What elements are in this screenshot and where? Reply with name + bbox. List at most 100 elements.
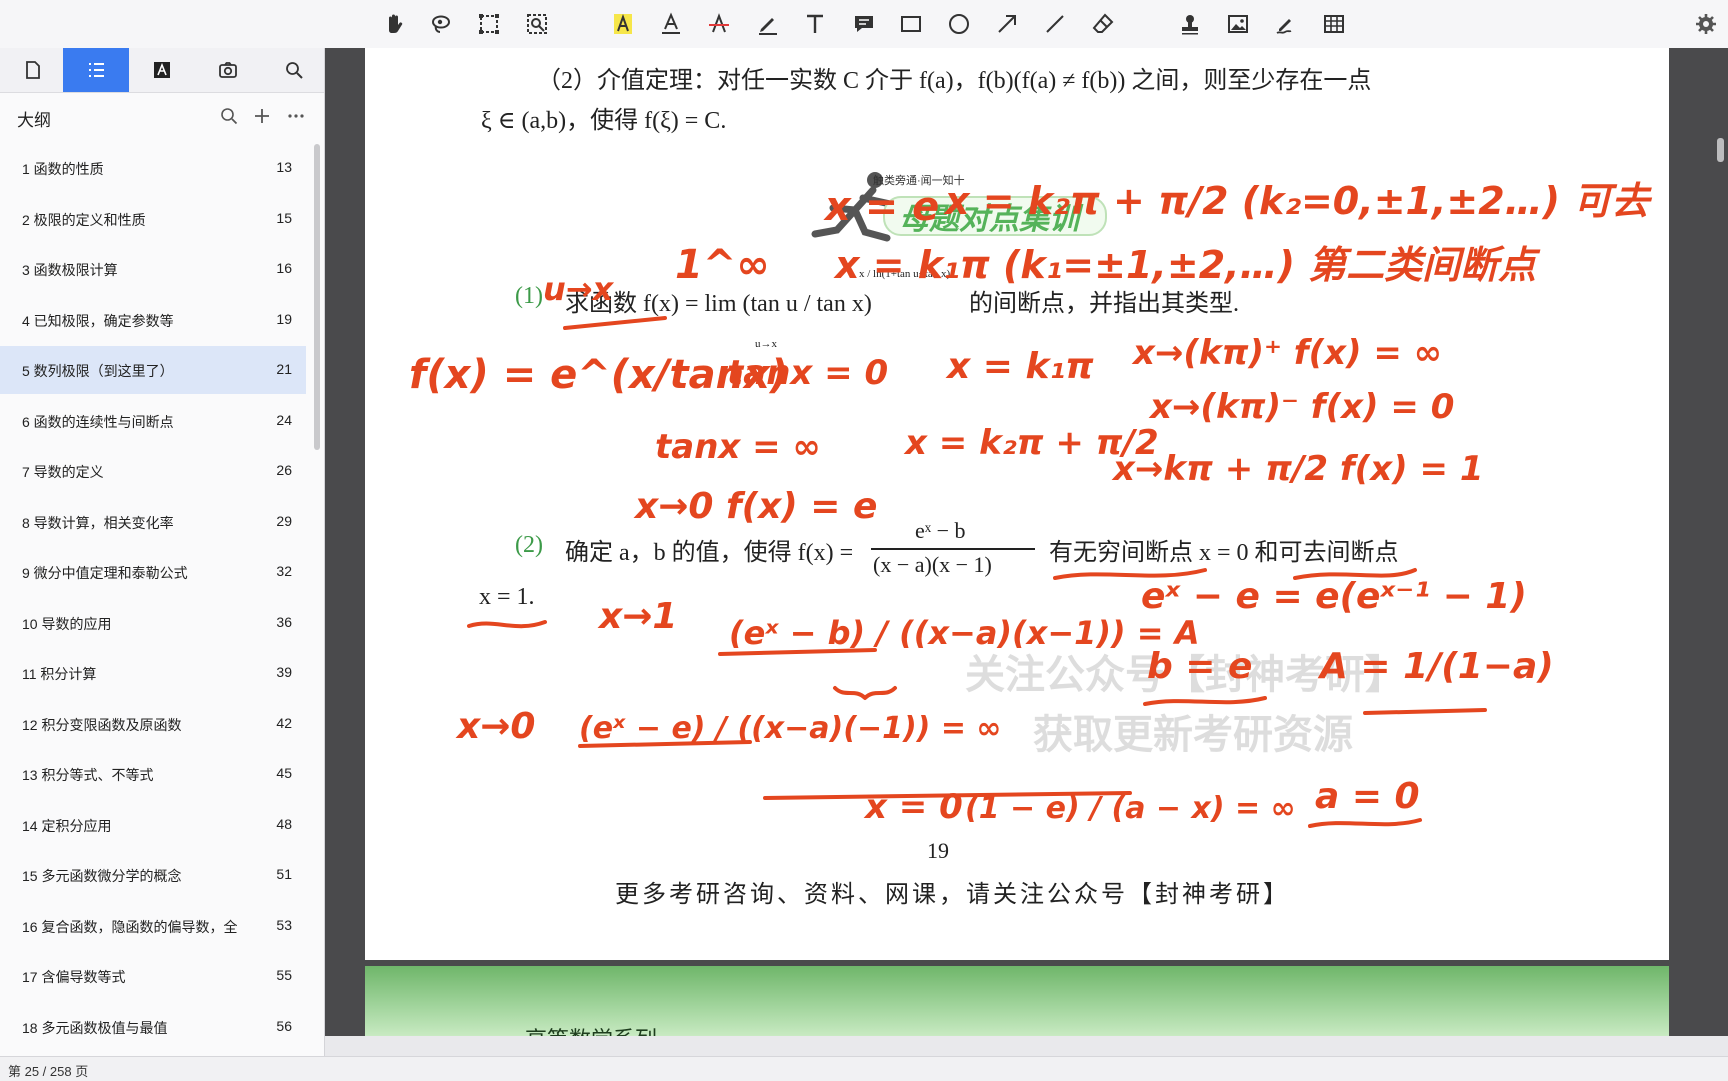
comment-icon[interactable]: [848, 8, 880, 40]
outline-item-page: 29: [276, 512, 292, 529]
more-icon[interactable]: [286, 106, 306, 126]
outline-item[interactable]: 2 极限的定义和性质 15: [0, 195, 306, 243]
outline-item[interactable]: 18 多元函数极值与最值 56: [0, 1003, 306, 1051]
ink-fraction-line-5: [1363, 708, 1487, 715]
ink-squiggle: [833, 686, 897, 700]
ink-h23: (1 − e) / (a − x) = ∞: [965, 791, 1296, 826]
outline-item-label: 10 导数的应用: [22, 615, 112, 632]
outline-item-page: 32: [276, 563, 292, 579]
ink-h21: (eˣ − e) / ((x−a)(−1)) = ∞: [579, 711, 1001, 746]
highlight-text-icon[interactable]: [607, 8, 639, 40]
outline-item-page: 16: [276, 260, 292, 276]
gear-icon[interactable]: [1690, 8, 1722, 40]
ink-h19: A = 1/(1−a): [1317, 646, 1554, 687]
outline-item[interactable]: 16 复合函数，隐函数的偏导数，全 53: [0, 902, 306, 950]
outline-item-page: 53: [276, 916, 292, 933]
ink-h1: x = e: [823, 184, 939, 230]
outline-search-icon[interactable]: [219, 106, 239, 126]
ink-h14: x→0 f(x) = e: [633, 486, 877, 527]
outline-item[interactable]: 12 积分变限函数及原函数 42: [0, 700, 306, 748]
ink-underline-4: [1143, 696, 1267, 706]
outline-item[interactable]: 14 定积分应用 48: [0, 801, 306, 849]
page-icon: [26, 61, 40, 79]
hand-icon[interactable]: [378, 8, 410, 40]
ink-h2: x = k₂π + π/2 (k₂=0,±1,±2…) 可去: [943, 179, 1652, 223]
ink-h7: tanx = 0: [727, 353, 888, 393]
outline-item[interactable]: 15 多元函数微分学的概念 51: [0, 851, 306, 899]
next-pdf-page: 高等数学系列: [365, 966, 1669, 1036]
ink-h5: u→x: [543, 270, 615, 308]
image-icon[interactable]: [1222, 8, 1254, 40]
ink-h22: x = 0: [863, 787, 963, 827]
outline-tab[interactable]: [63, 48, 129, 92]
ink-h16: (eˣ − b) / ((x−a)(x−1)) = A: [729, 614, 1200, 652]
outline-item-label: 15 多元函数微分学的概念: [22, 868, 182, 884]
outline-item[interactable]: 6 函数的连续性与间断点 24: [0, 397, 306, 445]
arrow-icon[interactable]: [991, 8, 1023, 40]
outline-item[interactable]: 11 积分计算 39: [0, 649, 306, 697]
next-page-title: 高等数学系列: [525, 1022, 657, 1036]
ink-h4: 1^∞: [675, 242, 770, 288]
outline-item-label: 5 数列极限（到这里了）: [22, 363, 174, 379]
outline-item-page: 51: [276, 866, 292, 882]
ink-h10: x→(kπ)⁻ f(x) = 0: [1148, 387, 1454, 427]
ink-h15: x→1: [597, 596, 677, 637]
outline-item[interactable]: 4 已知极限，确定参数等 19: [0, 296, 306, 344]
text-icon[interactable]: [799, 8, 831, 40]
outline-item[interactable]: 3 函数极限计算 16: [0, 245, 306, 293]
annotation-tab[interactable]: [129, 48, 195, 92]
outline-item-label: 14 定积分应用: [22, 817, 112, 834]
snapshot-tab[interactable]: [195, 48, 261, 92]
lasso-select-icon[interactable]: [425, 8, 457, 40]
annotation-icon: [154, 62, 170, 78]
outline-item-page: 56: [276, 1017, 292, 1034]
ink-fraction-line-1: [563, 316, 667, 330]
document-viewport: （2）介值定理：对任一实数 C 介于 f(a)，f(b)(f(a) ≠ f(b)…: [325, 48, 1728, 1036]
rectangle-icon[interactable]: [895, 8, 927, 40]
line-icon[interactable]: [1039, 8, 1071, 40]
outline-item[interactable]: 5 数列极限（到这里了） 21: [0, 346, 306, 394]
outline-item[interactable]: 13 积分等式、不等式 45: [0, 750, 306, 798]
outline-item-page: 55: [276, 967, 292, 983]
circle-icon[interactable]: [943, 8, 975, 40]
stamp-icon[interactable]: [1174, 8, 1206, 40]
sidebar-tabs: [0, 48, 324, 93]
status-bar: 第 25 / 258 页: [0, 1056, 1728, 1081]
ink-h13: x→kπ + π/2 f(x) = 1: [1111, 449, 1484, 489]
ink-h3: x = k₁π (k₁=±1,±2,…) 第二类间断点: [833, 243, 1541, 287]
outline-item[interactable]: 8 导数计算，相关变化率 29: [0, 498, 306, 546]
strikethrough-text-icon[interactable]: [703, 8, 735, 40]
search-tab[interactable]: [261, 48, 327, 92]
ink-h17: eˣ − e = e(eˣ⁻¹ − 1): [1141, 576, 1527, 617]
outline-item-page: 39: [276, 664, 292, 680]
outline-item-label: 2 极限的定义和性质: [22, 211, 146, 228]
outline-item-label: 13 积分等式、不等式: [22, 767, 154, 783]
outline-item-page: 36: [276, 613, 292, 630]
outline-item-page: 24: [276, 411, 292, 428]
zoom-select-icon[interactable]: [521, 8, 553, 40]
outline-item-page: 48: [276, 815, 292, 832]
outline-item-page: 21: [276, 361, 292, 377]
table-icon[interactable]: [1318, 8, 1350, 40]
rect-select-icon[interactable]: [473, 8, 505, 40]
outline-item[interactable]: 7 导数的定义 26: [0, 447, 306, 495]
pencil-icon[interactable]: [752, 8, 784, 40]
outline-item[interactable]: 10 导数的应用 36: [0, 599, 306, 647]
outline-item[interactable]: 9 微分中值定理和泰勒公式 32: [0, 548, 306, 596]
page-thumbnails-tab[interactable]: [0, 48, 66, 92]
eraser-icon[interactable]: [1087, 8, 1119, 40]
outline-item-page: 45: [276, 765, 292, 781]
outline-item-label: 9 微分中值定理和泰勒公式: [22, 565, 188, 581]
signature-icon[interactable]: [1270, 8, 1302, 40]
outline-item-label: 12 积分变限函数及原函数: [22, 716, 182, 733]
underline-text-icon[interactable]: [655, 8, 687, 40]
outline-item[interactable]: 17 含偏导数等式 55: [0, 952, 306, 1000]
document-scrollbar[interactable]: [1717, 138, 1724, 162]
outline-header: 大纲: [0, 92, 324, 140]
outline-item[interactable]: 1 函数的性质 13: [0, 144, 306, 192]
outline-item-label: 1 函数的性质: [22, 161, 104, 177]
outline-item-label: 6 函数的连续性与间断点: [22, 413, 174, 430]
ink-h11: tanx = ∞: [655, 427, 821, 467]
add-icon[interactable]: [252, 106, 272, 126]
sidebar-scrollbar[interactable]: [314, 144, 320, 450]
